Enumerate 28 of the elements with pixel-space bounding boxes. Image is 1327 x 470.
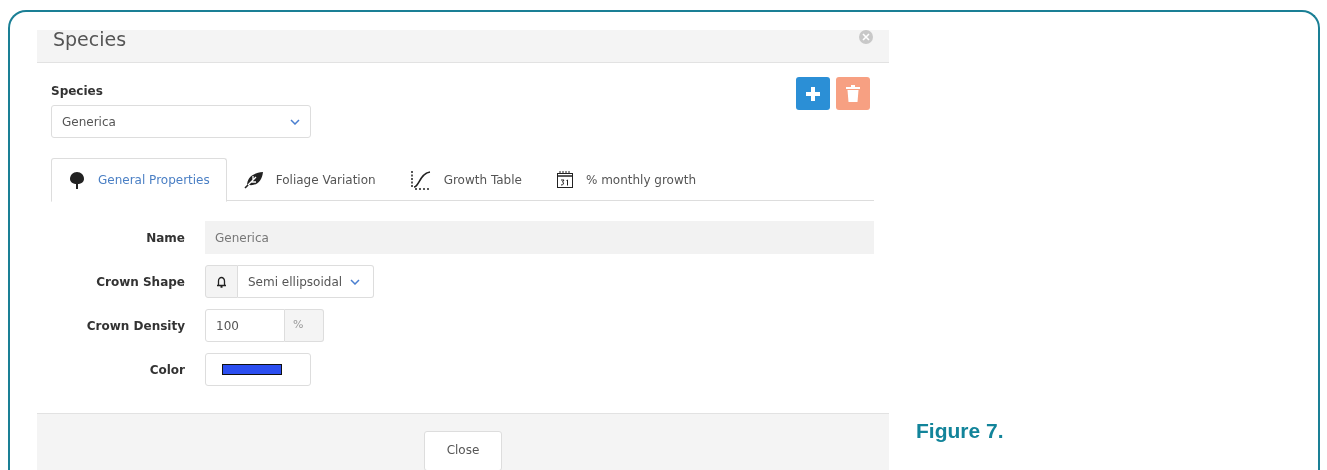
chevron-down-icon <box>290 118 300 125</box>
density-input[interactable]: 100 <box>205 309 285 342</box>
figure-caption: Figure 7. <box>916 419 1004 442</box>
unit-addon: % <box>285 309 324 342</box>
trash-icon <box>845 84 861 103</box>
field-label: Crown Shape <box>95 273 185 291</box>
tab[interactable]: Growth Table <box>392 158 539 201</box>
crown-shape-dropdown[interactable]: Semi ellipsoidal <box>238 265 374 298</box>
field-label: Color <box>148 361 185 379</box>
field-label: Crown Density <box>85 317 185 335</box>
delete-button[interactable] <box>836 77 870 110</box>
leaf-icon <box>243 170 264 189</box>
color-picker[interactable] <box>205 353 311 386</box>
species-dropdown[interactable]: Generica <box>51 105 311 138</box>
field-label: Species <box>51 83 104 99</box>
bell-icon <box>205 265 238 298</box>
dialog-title: Species <box>53 30 127 51</box>
close-button[interactable]: Close <box>424 431 502 470</box>
curve-icon <box>409 169 432 190</box>
tab[interactable]: Foliage Variation <box>226 158 393 201</box>
add-button[interactable] <box>796 77 830 110</box>
tree-icon <box>68 171 86 189</box>
tab[interactable]: % monthly growth <box>538 158 714 201</box>
field-label: Name <box>145 229 185 247</box>
chevron-down-icon <box>350 278 361 285</box>
calendar-icon <box>555 170 574 189</box>
plus-icon <box>804 84 822 103</box>
tab[interactable]: General Properties <box>51 158 227 202</box>
